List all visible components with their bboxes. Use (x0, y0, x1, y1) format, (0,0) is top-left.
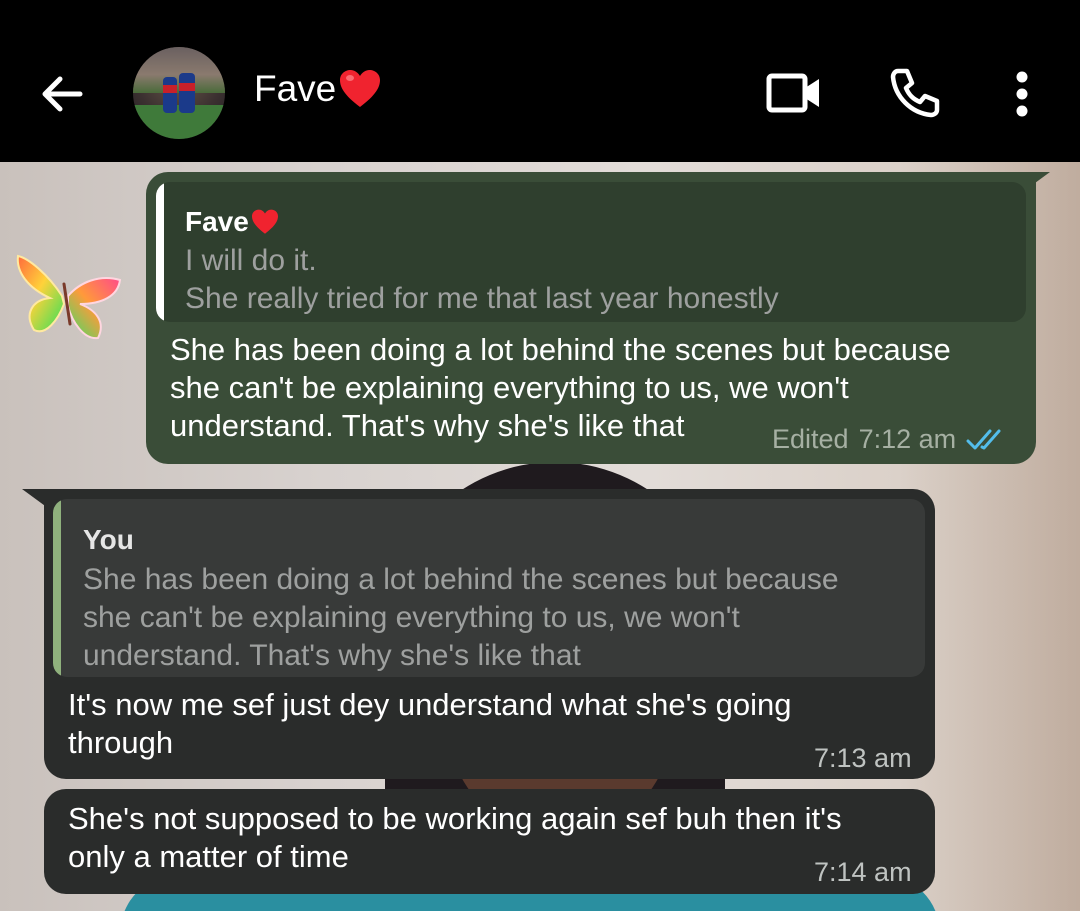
quote-bar (156, 182, 164, 322)
quote-text-line: she can't be explaining everything to us… (83, 601, 740, 634)
chat-header: Fave (0, 0, 1080, 162)
contact-name[interactable]: Fave (254, 68, 382, 110)
contact-name-text: Fave (254, 68, 337, 109)
quoted-message[interactable]: You She has been doing a lot behind the … (53, 499, 925, 677)
message-text-line: She has been doing a lot behind the scen… (170, 332, 951, 367)
avatar-player (163, 77, 177, 113)
avatar-player (179, 73, 195, 113)
message-time: 7:13 am (814, 743, 912, 773)
message-meta: Edited 7:12 am (772, 424, 1010, 455)
avatar-player-stripe (179, 83, 195, 91)
heart-emoji-icon (251, 209, 278, 234)
quote-text-line: She has been doing a lot behind the scen… (83, 563, 839, 596)
quote-text-line: understand. That's why she's like that (83, 639, 581, 672)
video-call-icon[interactable] (766, 71, 822, 115)
read-ticks-icon (966, 429, 1001, 449)
incoming-message-bubble[interactable]: She's not supposed to be working again s… (44, 789, 935, 894)
butterfly-sticker-icon (16, 254, 122, 340)
message-time: 7:12 am (858, 424, 957, 454)
quote-author: You (83, 524, 134, 555)
message-text-line: She's not supposed to be working again s… (68, 801, 842, 836)
message-text-line: only a matter of time (68, 839, 349, 874)
quoted-message[interactable]: Fave I will do it. She really tried for … (156, 182, 1026, 322)
phone-icon[interactable] (890, 66, 942, 118)
quote-text-line: She really tried for me that last year h… (185, 282, 779, 315)
message-text-line: understand. That's why she's like that (170, 408, 685, 443)
back-arrow-icon[interactable] (36, 70, 88, 118)
message-text-line: through (68, 725, 174, 760)
incoming-message-bubble[interactable]: You She has been doing a lot behind the … (22, 489, 935, 779)
heart-emoji-icon (340, 70, 381, 107)
quote-text-line: I will do it. (185, 244, 317, 277)
edited-label: Edited (772, 424, 849, 454)
message-text-line: she can't be explaining everything to us… (170, 370, 849, 405)
quote-author: Fave (185, 206, 280, 238)
chat-area[interactable]: Fave I will do it. She really tried for … (0, 162, 1080, 911)
quote-bar (53, 499, 61, 677)
message-time: 7:14 am (814, 857, 912, 887)
avatar-player-stripe (163, 85, 177, 93)
message-text-line: It's now me sef just dey understand what… (68, 687, 792, 722)
contact-avatar[interactable] (133, 47, 225, 139)
more-options-icon[interactable] (1006, 70, 1038, 118)
quote-author-text: Fave (185, 206, 249, 237)
outgoing-message-bubble[interactable]: Fave I will do it. She really tried for … (146, 172, 1050, 464)
bubble-tail (22, 489, 52, 511)
